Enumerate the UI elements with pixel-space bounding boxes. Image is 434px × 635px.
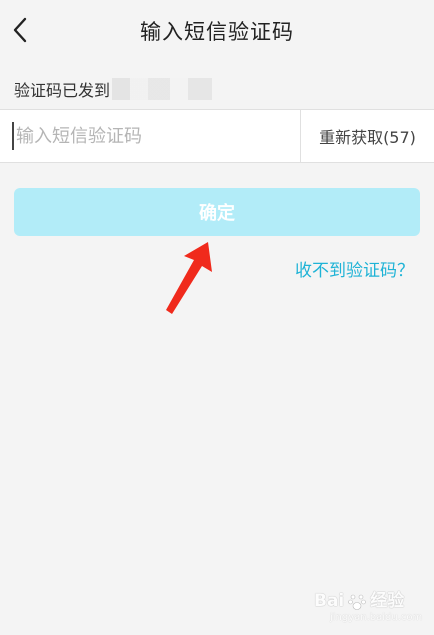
- back-button[interactable]: [0, 8, 40, 52]
- paw-icon: [348, 594, 367, 610]
- watermark-url: jingyan.baidu.com: [330, 612, 423, 623]
- no-code-help-link[interactable]: 收不到验证码？: [295, 256, 414, 281]
- page-title: 输入短信验证码: [140, 20, 294, 44]
- watermark-brand: Bai: [314, 591, 345, 611]
- masked-phone-number: [112, 78, 213, 100]
- watermark-brand-tail: 经验: [370, 591, 405, 611]
- sms-verification-screen: 输入短信验证码 验证码已发到 重新获取(57) 确定 收不到验证码？ Bai 经…: [0, 0, 434, 635]
- code-input-row: 重新获取(57): [0, 109, 434, 163]
- chevron-left-icon: [13, 17, 27, 43]
- code-sent-text: 验证码已发到: [14, 81, 111, 100]
- sms-code-input[interactable]: [12, 122, 300, 150]
- baidu-watermark: Bai 经验: [314, 586, 404, 611]
- red-arrow-icon: [166, 242, 212, 314]
- resend-code-button[interactable]: 重新获取(57): [300, 110, 434, 162]
- code-sent-notice: 验证码已发到: [14, 77, 213, 101]
- header: 输入短信验证码: [0, 0, 434, 62]
- confirm-button[interactable]: 确定: [14, 188, 420, 236]
